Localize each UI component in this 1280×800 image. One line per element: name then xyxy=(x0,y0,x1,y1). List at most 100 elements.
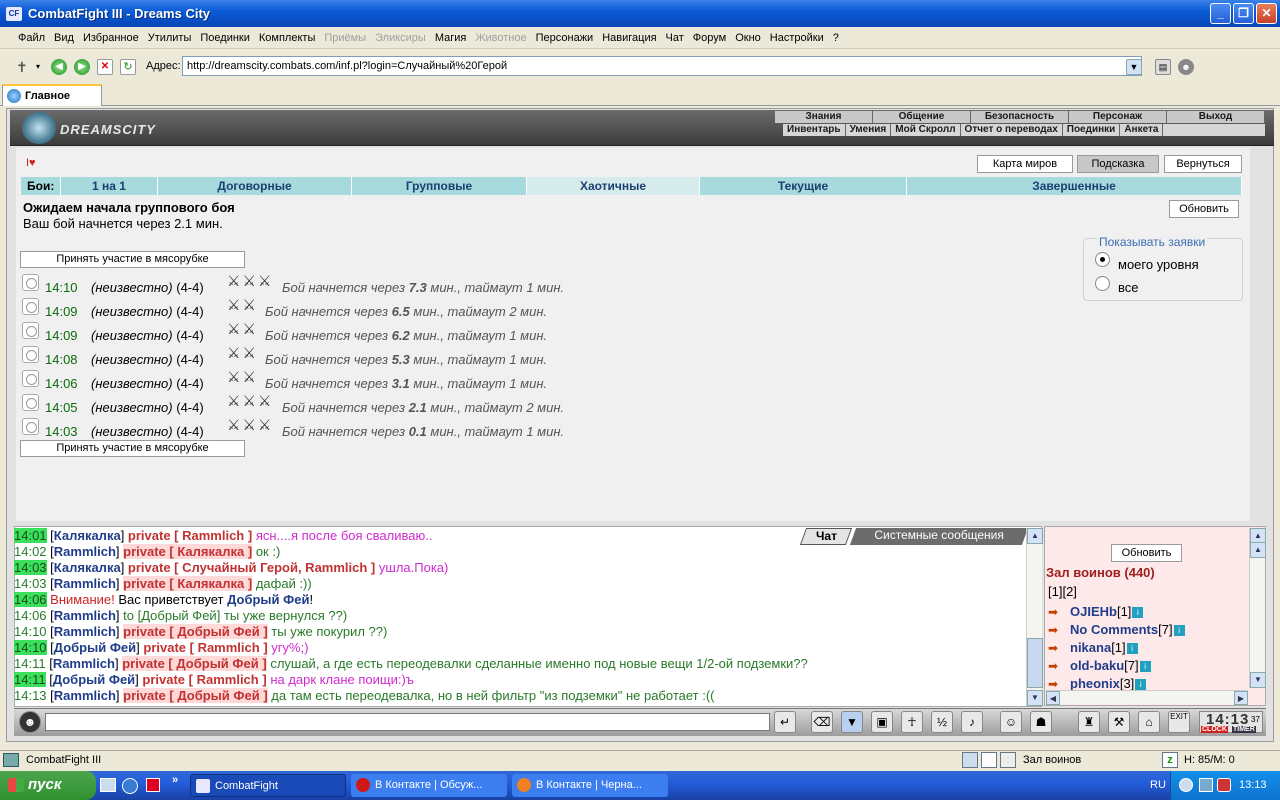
bag-icon[interactable]: ♜ xyxy=(1078,711,1100,733)
save-icon[interactable]: ▣ xyxy=(871,711,893,733)
start-button[interactable]: пуск xyxy=(0,771,96,800)
room-hscrollbar[interactable]: ◀ ▶ xyxy=(1046,690,1248,705)
menu-item[interactable]: Навигация xyxy=(602,32,656,44)
heart-icon[interactable]: I♥ xyxy=(26,157,36,169)
smiley-icon[interactable]: ☺ xyxy=(1000,711,1022,733)
network-icon[interactable] xyxy=(1199,778,1213,792)
chat-time[interactable]: 14:13 xyxy=(14,688,47,703)
tab-main[interactable]: Главное xyxy=(2,84,102,106)
battle-tab[interactable]: Текущие xyxy=(700,177,907,195)
battle-tab[interactable]: Хаотичные xyxy=(527,177,700,195)
back-button[interactable]: Вернуться xyxy=(1164,155,1242,173)
refresh-button[interactable]: Обновить xyxy=(1169,200,1239,218)
chat-private-tag[interactable]: private [ Добрый Фей ] xyxy=(123,688,268,703)
tray-arrow-icon[interactable] xyxy=(1179,778,1193,792)
chat-recipient[interactable]: Добрый Фей xyxy=(141,608,216,623)
quicklaunch-more-icon[interactable]: » xyxy=(172,774,178,786)
chat-private-tag[interactable]: private [ Rammlich ] xyxy=(143,640,267,655)
filter-radio-my-level[interactable] xyxy=(1095,252,1110,267)
task-combatfight[interactable]: CombatFight xyxy=(190,774,346,797)
chat-sender[interactable]: Rammlich xyxy=(54,608,116,623)
chat-to-tag[interactable]: to [Добрый Фей] xyxy=(123,608,220,623)
battle-select-radio[interactable] xyxy=(22,418,39,435)
refresh-status-icon[interactable]: z xyxy=(1162,752,1178,768)
battle-row[interactable]: 14:09 (неизвестно) (4-4) ⚔⚔ Бой начнется че… xyxy=(20,321,720,344)
menu-item[interactable]: Избранное xyxy=(83,32,139,44)
settings-status-icon[interactable] xyxy=(1000,752,1016,768)
battle-row[interactable]: 14:03 (неизвестно) (4-4) ⚔⚔⚔ Бой начнется ч… xyxy=(20,417,720,440)
chat-time[interactable]: 14:06 xyxy=(14,608,47,623)
battle-select-radio[interactable] xyxy=(22,322,39,339)
back-arrow-icon[interactable]: ◀ xyxy=(51,59,67,75)
battle-select-radio[interactable] xyxy=(22,298,39,315)
player-name[interactable]: pheonix xyxy=(1070,676,1120,691)
save-quick-icon[interactable] xyxy=(146,778,160,792)
chat-recipient[interactable]: Калякалка xyxy=(177,576,244,591)
chat-scrollbar[interactable]: ▲ ▼ xyxy=(1026,528,1043,706)
chat-time[interactable]: 14:10 xyxy=(14,624,47,639)
chat-time[interactable]: 14:10 xyxy=(14,640,47,655)
private-message-icon[interactable]: ➡ xyxy=(1048,623,1070,637)
join-button-bottom[interactable]: Принять участие в мясорубке xyxy=(20,440,245,457)
site-nav-item[interactable]: Выход xyxy=(1167,111,1265,123)
site-nav-item[interactable]: Знания xyxy=(775,111,873,123)
battle-row[interactable]: 14:08 (неизвестно) (4-4) ⚔⚔ Бой начнется че… xyxy=(20,345,720,368)
chat-sender[interactable]: Rammlich xyxy=(53,656,115,671)
battle-select-radio[interactable] xyxy=(22,394,39,411)
tab-chat[interactable]: Чат xyxy=(799,528,853,545)
people-icon[interactable]: ☻ xyxy=(1178,59,1194,75)
security-shield-icon[interactable] xyxy=(1217,778,1231,792)
site-nav-item[interactable]: Общение xyxy=(873,111,971,123)
chat-time[interactable]: 14:06 xyxy=(14,592,47,607)
chat-sender[interactable]: Rammlich xyxy=(54,544,116,559)
sound-icon[interactable]: ♪ xyxy=(961,711,983,733)
chat-recipient[interactable]: Rammlich xyxy=(197,672,259,687)
info-icon[interactable]: i xyxy=(1132,607,1144,619)
stop-icon[interactable]: ✕ xyxy=(97,59,113,75)
walk-icon[interactable]: ☥ xyxy=(901,711,923,733)
chat-user-link[interactable]: Добрый Фей xyxy=(227,592,309,607)
battle-row[interactable]: 14:05 (неизвестно) (4-4) ⚔⚔⚔ Бой начнется ч… xyxy=(20,393,720,416)
close-button[interactable]: ✕ xyxy=(1256,3,1277,24)
page-icon[interactable]: ▤ xyxy=(1155,59,1171,75)
filter-radio-all[interactable] xyxy=(1095,276,1110,291)
player-row[interactable]: ➡ pheonix[3] i xyxy=(1048,676,1147,691)
menu-item[interactable]: ? xyxy=(833,32,839,44)
pin-icon[interactable]: ✝ xyxy=(16,59,32,75)
info-icon[interactable]: i xyxy=(1139,661,1151,673)
maximize-button[interactable]: ❐ xyxy=(1233,3,1254,24)
fraction-icon[interactable]: ½ xyxy=(931,711,953,733)
forward-arrow-icon[interactable]: ▶ xyxy=(74,59,90,75)
site-subnav-item[interactable]: Мой Скролл xyxy=(891,124,961,136)
minimize-button[interactable]: _ xyxy=(1210,3,1231,24)
player-row[interactable]: ➡ nikana[1] i xyxy=(1048,640,1138,655)
site-subnav-item[interactable]: Инвентарь xyxy=(783,124,846,136)
helmet-icon[interactable]: ☗ xyxy=(1030,711,1052,733)
chat-sender[interactable]: Добрый Фей xyxy=(53,672,135,687)
menu-item[interactable]: Приёмы xyxy=(324,32,366,44)
chat-recipient[interactable]: Добрый Фей xyxy=(177,624,259,639)
chat-private-tag[interactable]: private [ Rammlich ] xyxy=(128,528,252,543)
menu-item[interactable]: Форум xyxy=(693,32,726,44)
room-scrollbar[interactable]: ▲ ▲ ▼ xyxy=(1249,528,1266,688)
battle-tab[interactable]: Договорные xyxy=(158,177,352,195)
chat-private-tag[interactable]: private [ Rammlich ] xyxy=(142,672,266,687)
address-dropdown-icon[interactable]: ▼ xyxy=(1126,59,1142,75)
dropdown-arrow-icon[interactable]: ▾ xyxy=(36,59,52,75)
exit-icon[interactable]: EXIT xyxy=(1168,711,1190,733)
menu-item[interactable]: Утилиты xyxy=(148,32,192,44)
chat-sender[interactable]: Rammlich xyxy=(54,576,116,591)
show-desktop-icon[interactable] xyxy=(100,778,116,792)
chat-time[interactable]: 14:11 xyxy=(14,672,46,687)
info-icon[interactable]: i xyxy=(1173,625,1185,637)
battle-row[interactable]: 14:06 (неизвестно) (4-4) ⚔⚔ Бой начнется че… xyxy=(20,369,720,392)
world-map-button[interactable]: Карта миров xyxy=(977,155,1073,173)
battle-tab[interactable]: 1 на 1 xyxy=(61,177,158,195)
private-message-icon[interactable]: ➡ xyxy=(1048,641,1070,655)
ie-icon[interactable] xyxy=(122,778,138,794)
battle-row[interactable]: 14:09 (неизвестно) (4-4) ⚔⚔ Бой начнется че… xyxy=(20,297,720,320)
menu-item[interactable]: Животное xyxy=(475,32,526,44)
player-row[interactable]: ➡ OJIEHb[1] i xyxy=(1048,604,1144,619)
hint-button[interactable]: Подсказка xyxy=(1077,155,1159,173)
battle-row[interactable]: 14:10 (неизвестно) (4-4) ⚔⚔⚔ Бой начнется ч… xyxy=(20,273,720,296)
